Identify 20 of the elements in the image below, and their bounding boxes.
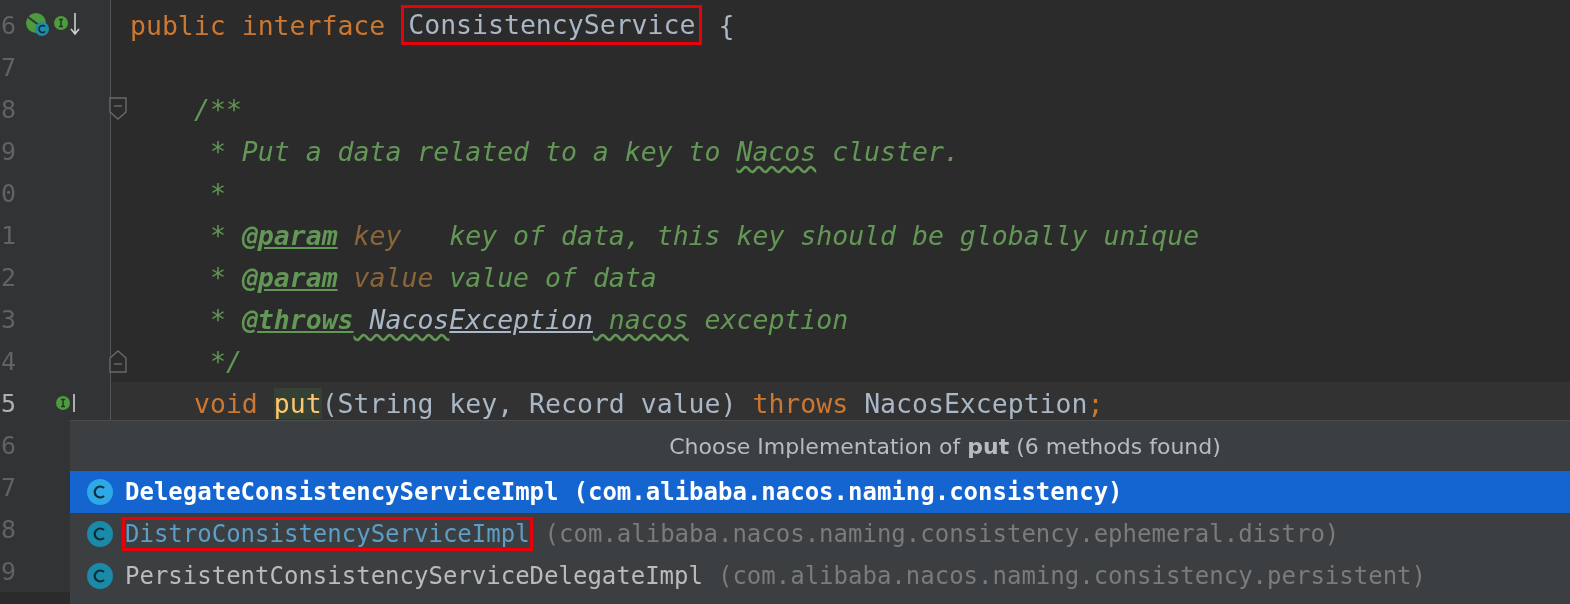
code-line: * Put a data related to a key to Nacos cluster. — [208, 134, 960, 169]
implementation-item[interactable]: PersistentConsistencyServiceDelegateImpl (com.alibaba.nacos.naming.consistency.persistent) — [70, 555, 1570, 597]
implemented-icon[interactable] — [24, 11, 52, 39]
class-icon — [86, 562, 114, 590]
popup-title: Choose Implementation of put (6 methods found) — [669, 433, 1221, 459]
code-line: * @param value value of data — [208, 260, 657, 295]
class-icon — [86, 478, 114, 506]
implementation-item[interactable]: DistroConsistencyServiceImpl (com.alibaba.nacos.naming.consistency.ephemeral.distro) — [70, 513, 1570, 555]
code-line: void put(String key, Record value) throws NacosException; — [193, 386, 1104, 421]
code-line: * @param key key of data, this key should be globally unique — [208, 218, 1200, 253]
fold-marker-icon[interactable] — [109, 349, 127, 373]
fold-marker-icon[interactable] — [109, 97, 127, 121]
line-number: 5 — [0, 388, 16, 418]
implementation-item[interactable]: DelegateConsistencyServiceImpl (com.alibaba.nacos.naming.consistency) — [70, 471, 1570, 513]
code-line: public interface ConsistencyService { — [130, 4, 735, 46]
code-line: * — [208, 176, 226, 211]
class-icon — [86, 520, 114, 548]
code-line: /** — [193, 92, 242, 127]
code-line: */ — [208, 344, 242, 379]
code-line: * @throws NacosException nacos exception — [208, 302, 849, 337]
